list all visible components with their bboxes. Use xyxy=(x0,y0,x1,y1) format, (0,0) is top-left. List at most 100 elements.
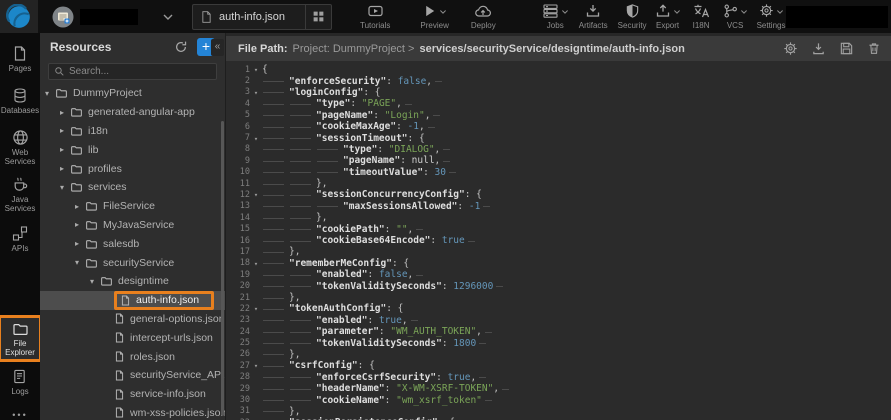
tree-item-wm-xss-policies.json[interactable]: wm-xss-policies.json xyxy=(40,404,225,420)
menu-preview[interactable]: Preview xyxy=(420,3,448,30)
rail-item-web-services[interactable]: WebServices xyxy=(5,129,36,166)
fold-gutter xyxy=(250,126,262,127)
fold-caret-icon[interactable]: ▾ xyxy=(250,65,262,74)
menu-label-deploy: Deploy xyxy=(471,21,496,30)
caret-right-icon[interactable]: ▸ xyxy=(60,126,70,135)
rail-item-pages[interactable]: Pages xyxy=(9,45,32,73)
menu-settings[interactable]: Settings xyxy=(757,3,786,30)
line-number: 22 xyxy=(230,304,250,314)
fold-caret-icon[interactable]: ▾ xyxy=(250,190,262,199)
line-number: 20 xyxy=(230,281,250,291)
menu-security[interactable]: Security xyxy=(618,3,647,30)
rail-item-logs[interactable]: Logs xyxy=(11,368,28,396)
database-icon xyxy=(12,87,28,104)
tree-item-generated-angular-app[interactable]: ▸generated-angular-app xyxy=(40,103,225,122)
caret-right-icon[interactable]: ▸ xyxy=(75,239,85,248)
tree-item-designtime[interactable]: ▾designtime xyxy=(40,272,225,291)
menu-label-i18n: I18N xyxy=(693,21,710,30)
menu-export[interactable]: Export xyxy=(655,3,681,30)
rail-label-databases: Databases xyxy=(1,106,39,115)
tree-item-general-options.json[interactable]: general-options.json xyxy=(40,310,225,329)
tree-item-label: wm-xss-policies.json xyxy=(130,407,225,419)
open-file-tab[interactable]: auth-info.json xyxy=(192,4,332,30)
file-download-button[interactable] xyxy=(811,41,826,56)
grid-icon[interactable] xyxy=(305,5,331,29)
tree-item-FileService[interactable]: ▸FileService xyxy=(40,197,225,216)
caret-down-icon[interactable]: ▾ xyxy=(60,183,70,192)
panel-collapse-button[interactable]: « xyxy=(211,39,224,56)
menu-jobs[interactable]: Jobs xyxy=(542,3,569,30)
tree-item-label: general-options.json xyxy=(130,313,225,325)
tree-item-label: roles.json xyxy=(130,351,175,363)
menu-vcs[interactable]: VCS xyxy=(723,3,748,30)
line-number: 7 xyxy=(230,133,250,143)
menu-label-vcs: VCS xyxy=(727,21,743,30)
fold-caret-icon[interactable]: ▾ xyxy=(250,304,262,313)
pages-icon xyxy=(12,45,28,62)
line-number: 12 xyxy=(230,190,250,200)
project-chevron-down-icon[interactable] xyxy=(162,13,174,21)
menu-artifacts[interactable]: Artifacts xyxy=(579,3,608,30)
panel-scrollbar[interactable] xyxy=(221,121,224,416)
tree-item-i18n[interactable]: ▸i18n xyxy=(40,122,225,141)
tree-item-services[interactable]: ▾services xyxy=(40,178,225,197)
rail-item-databases[interactable]: Databases xyxy=(1,87,39,115)
tree-item-label: lib xyxy=(88,144,99,156)
editor-area: File Path: Project: DummyProject > servi… xyxy=(225,33,891,420)
fold-gutter xyxy=(250,217,262,218)
tree-item-roles.json[interactable]: roles.json xyxy=(40,347,225,366)
file-delete-button[interactable] xyxy=(867,41,881,56)
fold-caret-icon[interactable]: ▾ xyxy=(250,88,262,97)
resources-tree: ▾DummyProject ▸generated-angular-app ▸i1… xyxy=(40,84,225,420)
fold-caret-icon[interactable]: ▾ xyxy=(250,361,262,370)
rail-item-java-services[interactable]: JavaServices xyxy=(5,176,36,213)
code-line: 26 }, xyxy=(230,349,891,360)
folder-small-icon xyxy=(70,163,83,175)
caret-right-icon[interactable]: ▸ xyxy=(75,220,85,229)
folder-small-icon xyxy=(70,181,83,193)
search-icon xyxy=(54,66,65,77)
code-editor[interactable]: 1 ▾ { 2 "enforceSecurity": false, 3 ▾ "l… xyxy=(226,61,891,420)
fold-caret-icon[interactable]: ▾ xyxy=(250,134,262,143)
file-settings-button[interactable] xyxy=(783,41,798,56)
tree-item-securityService[interactable]: ▾securityService xyxy=(40,253,225,272)
search-input[interactable] xyxy=(69,66,199,77)
wavemaker-logo[interactable] xyxy=(0,0,38,33)
tree-item-DummyProject[interactable]: ▾DummyProject xyxy=(40,84,225,103)
caret-right-icon[interactable]: ▸ xyxy=(60,164,70,173)
annotation-box: auth-info.json xyxy=(114,291,214,310)
menu-tutorials[interactable]: Tutorials xyxy=(360,3,390,30)
tree-item-securityService_API.json[interactable]: securityService_API.json xyxy=(40,366,225,385)
tree-item-salesdb[interactable]: ▸salesdb xyxy=(40,234,225,253)
caret-right-icon[interactable]: ▸ xyxy=(60,108,70,117)
caret-down-icon[interactable]: ▾ xyxy=(90,277,100,286)
fold-gutter xyxy=(250,103,262,104)
file-save-button[interactable] xyxy=(839,41,854,56)
line-number: 5 xyxy=(230,110,250,120)
tree-item-profiles[interactable]: ▸profiles xyxy=(40,159,225,178)
line-number: 2 xyxy=(230,76,250,86)
rail-item-apis[interactable]: APIs xyxy=(12,225,29,253)
rail-more-button[interactable]: ••• xyxy=(12,410,27,420)
caret-down-icon[interactable]: ▾ xyxy=(45,89,55,98)
line-number: 16 xyxy=(230,236,250,246)
tree-item-lib[interactable]: ▸ lib xyxy=(40,140,225,159)
menu-deploy[interactable]: Deploy xyxy=(471,3,496,30)
project-avatar[interactable] xyxy=(52,6,74,28)
folder-small-icon xyxy=(70,144,83,156)
tree-item-MyJavaService[interactable]: ▸MyJavaService xyxy=(40,216,225,235)
refresh-icon[interactable] xyxy=(174,40,188,54)
rail-item-file-explorer[interactable]: FileExplorer xyxy=(0,315,42,362)
tree-item-auth-info.json[interactable]: auth-info.json xyxy=(40,291,225,310)
fold-caret-icon[interactable]: ▾ xyxy=(250,259,262,268)
caret-right-icon[interactable]: ▸ xyxy=(60,145,70,154)
menu-i18n[interactable]: I18N xyxy=(693,3,710,30)
code-line: 25 "tokenValiditySeconds": 1800 xyxy=(230,337,891,348)
line-number: 8 xyxy=(230,144,250,154)
tree-item-service-info.json[interactable]: service-info.json xyxy=(40,385,225,404)
tree-item-intercept-urls.json[interactable]: intercept-urls.json xyxy=(40,328,225,347)
code-line: 17 }, xyxy=(230,246,891,257)
caret-right-icon[interactable]: ▸ xyxy=(75,202,85,211)
caret-down-icon[interactable]: ▾ xyxy=(75,258,85,267)
fold-gutter xyxy=(250,274,262,275)
